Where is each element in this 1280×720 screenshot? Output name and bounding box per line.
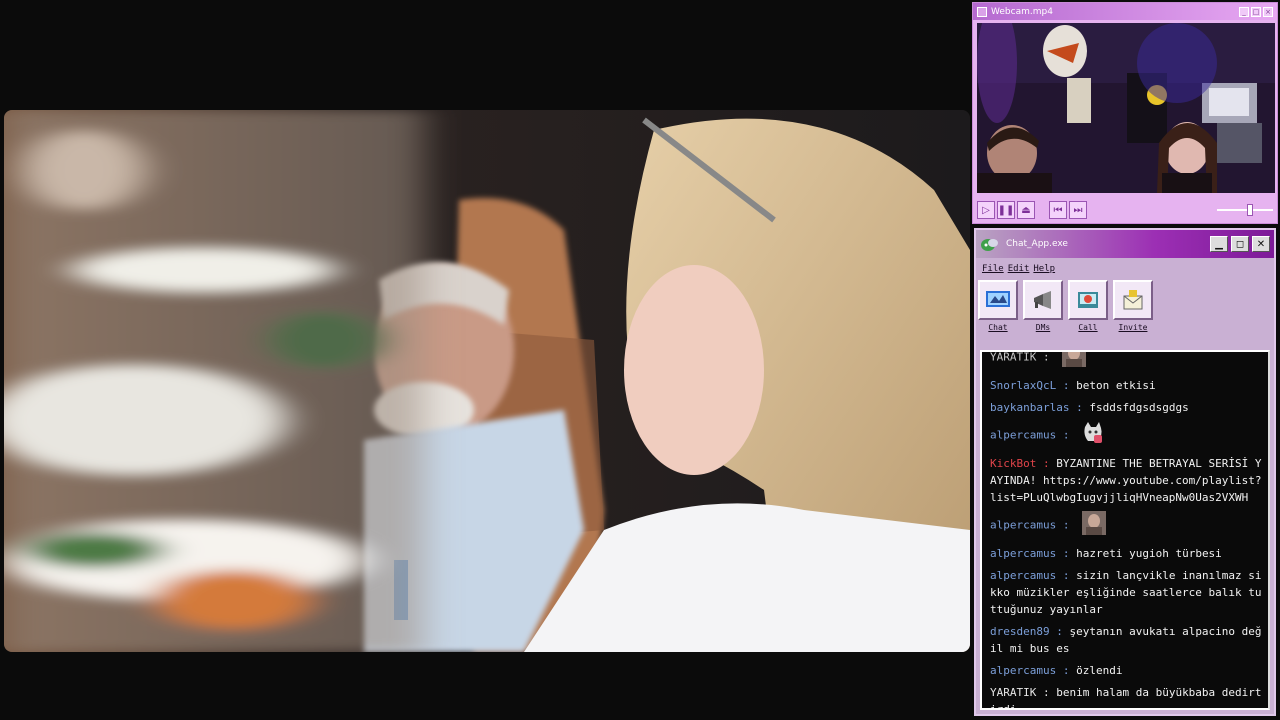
- webcam-title: Webcam.mp4: [991, 6, 1053, 17]
- chat-message: baykanbarlas : fsddsfdgsdsgdgs: [990, 399, 1262, 416]
- chat-text: hazreti yugioh türbesi: [1076, 547, 1222, 560]
- close-button[interactable]: ×: [1263, 6, 1273, 17]
- chat-message: alpercamus : hazreti yugioh türbesi: [990, 545, 1262, 562]
- chat-message-list: YARATIK : SnorlaxQcL : beton etkisi bayka…: [990, 350, 1262, 708]
- chat-message: alpercamus :: [990, 511, 1262, 540]
- chat-message: alpercamus :: [990, 421, 1262, 450]
- chat-username[interactable]: alpercamus: [990, 569, 1056, 582]
- menu-bar: File Edit Help: [976, 258, 1274, 280]
- previous-button[interactable]: ⏮: [1049, 201, 1067, 219]
- menu-help[interactable]: Help: [1033, 264, 1055, 274]
- menu-edit[interactable]: Edit: [1008, 264, 1030, 274]
- chat-username[interactable]: baykanbarlas: [990, 401, 1069, 414]
- video-frame: [4, 110, 970, 652]
- chat-username[interactable]: alpercamus: [990, 519, 1056, 532]
- webcam-scene: [977, 23, 1275, 193]
- chat-username[interactable]: alpercamus: [990, 429, 1056, 442]
- chat-maximize-button[interactable]: ◻: [1231, 236, 1249, 252]
- chat-message: YARATIK : benim halam da büyükbaba dedir…: [990, 684, 1262, 708]
- chat-minimize-button[interactable]: ▁: [1210, 236, 1228, 252]
- next-button[interactable]: ⏭: [1069, 201, 1087, 219]
- webcam-controls: ▷ ❚❚ ⏏ ⏮ ⏭: [977, 199, 1273, 221]
- video-file-icon: [977, 6, 987, 17]
- chat-message: YARATIK :: [990, 350, 1262, 372]
- chat-message: KickBot : BYZANTINE THE BETRAYAL SERİSİ …: [990, 455, 1262, 506]
- chat-text: özlendi: [1076, 664, 1123, 677]
- tool-dms[interactable]: DMs: [1023, 280, 1063, 342]
- chat-username[interactable]: alpercamus: [990, 664, 1056, 677]
- volume-track: [1217, 209, 1273, 211]
- play-button[interactable]: ▷: [977, 201, 995, 219]
- volume-slider[interactable]: [1217, 204, 1273, 216]
- photo-emote: [1082, 511, 1107, 540]
- chat-separator: :: [1056, 379, 1077, 392]
- webcam-window: Webcam.mp4 _ □ × ▷ ❚❚ ⏏ ⏮ ⏭: [972, 2, 1278, 224]
- right-column: Webcam.mp4 _ □ × ▷ ❚❚ ⏏ ⏮ ⏭ Chat_App.exe…: [972, 0, 1280, 720]
- main-video-player[interactable]: [4, 110, 970, 652]
- tool-chat[interactable]: Chat: [978, 280, 1018, 342]
- chat-separator: :: [1056, 428, 1077, 442]
- call-icon: [1068, 280, 1108, 320]
- invite-icon: [1113, 280, 1153, 320]
- webcam-titlebar[interactable]: Webcam.mp4 _ □ ×: [973, 3, 1277, 20]
- chat-separator: :: [1036, 686, 1057, 699]
- eject-button[interactable]: ⏏: [1017, 201, 1035, 219]
- chat-message: SnorlaxQcL : beton etkisi: [990, 377, 1262, 394]
- chat-username[interactable]: KickBot: [990, 457, 1036, 470]
- chat-icon: [978, 280, 1018, 320]
- chat-separator: :: [1056, 569, 1077, 582]
- chat-message: alpercamus : özlendi: [990, 662, 1262, 679]
- chat-message: dresden89 : şeytanın avukatı alpacino de…: [990, 623, 1262, 657]
- chat-separator: :: [1036, 350, 1057, 364]
- chat-separator: :: [1056, 518, 1077, 532]
- chat-message: alpercamus : sizin lançvikle inanılmaz s…: [990, 567, 1262, 618]
- chat-separator: :: [1049, 625, 1070, 638]
- tool-invite[interactable]: Invite: [1113, 280, 1153, 342]
- maximize-button[interactable]: □: [1251, 6, 1261, 17]
- chat-username[interactable]: SnorlaxQcL: [990, 379, 1056, 392]
- toolbar: Chat DMs Call Invite: [976, 280, 1274, 342]
- chat-text: beton etkisi: [1076, 379, 1156, 392]
- chat-close-button[interactable]: ✕: [1252, 236, 1270, 252]
- chat-username[interactable]: YARATIK: [990, 352, 1036, 364]
- minimize-button[interactable]: _: [1239, 6, 1249, 17]
- chat-app-icon: [980, 236, 1000, 252]
- pause-button[interactable]: ❚❚: [997, 201, 1015, 219]
- menu-file[interactable]: File: [982, 264, 1004, 274]
- tool-call[interactable]: Call: [1068, 280, 1108, 342]
- chat-separator: :: [1056, 547, 1077, 560]
- chat-titlebar[interactable]: Chat_App.exe ▁ ◻ ✕: [976, 230, 1274, 258]
- chat-separator: :: [1056, 664, 1077, 677]
- chat-username[interactable]: YARATIK: [990, 686, 1036, 699]
- webcam-feed: [977, 23, 1275, 193]
- cat-emote: [1082, 421, 1104, 450]
- chat-separator: :: [1036, 457, 1057, 470]
- megaphone-icon: [1023, 280, 1063, 320]
- chat-text: fsddsfdgsdsgdgs: [1089, 401, 1189, 414]
- chat-username[interactable]: dresden89: [990, 625, 1050, 638]
- chat-separator: :: [1069, 401, 1090, 414]
- chat-window: Chat_App.exe ▁ ◻ ✕ File Edit Help Chat D…: [974, 228, 1276, 716]
- photo-emote: [1062, 352, 1087, 372]
- chat-messages[interactable]: YARATIK : SnorlaxQcL : beton etkisi bayka…: [980, 350, 1270, 710]
- volume-knob[interactable]: [1247, 204, 1253, 216]
- chat-username[interactable]: alpercamus: [990, 547, 1056, 560]
- chat-title: Chat_App.exe: [1006, 239, 1068, 249]
